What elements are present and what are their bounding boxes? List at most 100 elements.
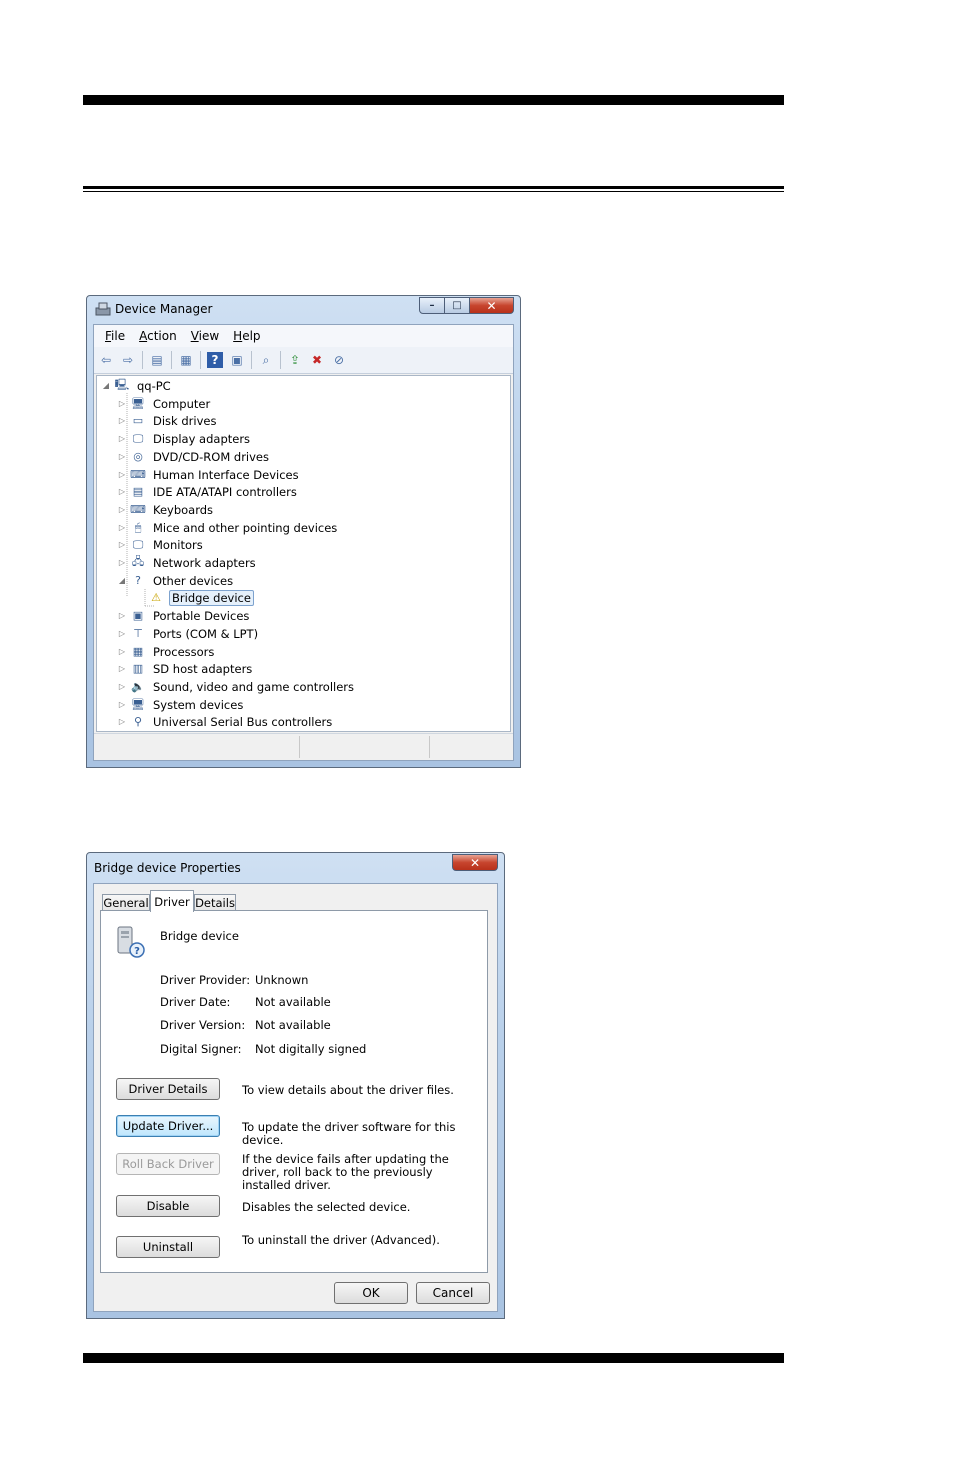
tree-item[interactable]: ▷ 🖱 Mice and other pointing devices: [117, 519, 339, 536]
tree-item-label: Mice and other pointing devices: [153, 520, 338, 535]
expand-arrow-icon[interactable]: ▷: [117, 647, 127, 656]
tree-item-label: SD host adapters: [153, 661, 253, 676]
system-device-icon: 🖥: [131, 698, 145, 711]
tree-item-label: Universal Serial Bus controllers: [153, 714, 333, 729]
tree-item-label: Computer: [153, 396, 211, 411]
dialog-close-button[interactable]: ✕: [452, 854, 498, 871]
expand-arrow-icon[interactable]: ▷: [117, 523, 127, 532]
tree-item-label: Keyboards: [153, 502, 214, 517]
tab-driver[interactable]: Driver: [150, 890, 194, 912]
expand-arrow-icon[interactable]: ▷: [117, 452, 127, 461]
toolbar-separator: [171, 351, 172, 369]
roll-back-driver-button[interactable]: Roll Back Driver: [116, 1153, 220, 1175]
tree-item-label: IDE ATA/ATAPI controllers: [153, 484, 297, 499]
device-manager-titlebar[interactable]: Device Manager – □ ✕: [87, 296, 520, 322]
tree-item-label: Other devices: [153, 573, 234, 588]
device-manager-icon: [95, 302, 111, 316]
toolbar-separator: [200, 351, 201, 369]
status-bar-segment: [429, 736, 430, 758]
tree-item[interactable]: ▷ ▦ Processors: [117, 643, 216, 660]
uninstall-button[interactable]: Uninstall: [116, 1236, 220, 1258]
tree-item[interactable]: ▷ 🖧 Network adapters: [117, 554, 258, 571]
menu-item-help[interactable]: Help: [233, 329, 260, 343]
action-pane-icon[interactable]: ▣: [229, 352, 245, 368]
tree-item[interactable]: ▷ 🖥 Computer: [117, 395, 212, 412]
expand-arrow-icon[interactable]: ▷: [117, 540, 127, 549]
close-button[interactable]: ✕: [470, 297, 514, 314]
dvd-drive-icon: ◎: [133, 450, 143, 463]
processor-icon: ▦: [132, 645, 144, 658]
expand-arrow-icon[interactable]: ▷: [117, 558, 127, 567]
expand-arrow-icon[interactable]: ▷: [117, 700, 127, 709]
disable-button[interactable]: Disable: [116, 1195, 220, 1217]
menu-item-file[interactable]: File: [105, 329, 125, 343]
tree-item[interactable]: ▷ ▭ Disk drives: [117, 412, 218, 429]
header-double-rule: [83, 186, 784, 192]
expand-arrow-icon[interactable]: ▷: [117, 682, 127, 691]
expand-arrow-icon[interactable]: ▷: [117, 416, 127, 425]
tree-item[interactable]: ▷ ⚲ Universal Serial Bus controllers: [117, 713, 334, 730]
usb-icon: ⚲: [133, 715, 143, 728]
monitor-icon: 🖵: [132, 537, 144, 551]
minimize-icon: –: [429, 300, 435, 311]
collapse-arrow-icon[interactable]: ◢: [117, 576, 127, 585]
tab-details[interactable]: Details: [194, 894, 236, 911]
tree-item[interactable]: ▷ ⊤ Ports (COM & LPT): [117, 625, 260, 642]
maximize-button[interactable]: □: [445, 297, 470, 314]
sd-adapter-icon: ▥: [132, 662, 144, 675]
scan-hardware-icon[interactable]: ⌕: [258, 352, 274, 368]
tree-item[interactable]: ▷ ▤ IDE ATA/ATAPI controllers: [117, 483, 299, 500]
minimize-button[interactable]: –: [419, 297, 445, 314]
tree-item[interactable]: ▷ ⌨ Keyboards: [117, 501, 215, 518]
tree-item-bridge-device[interactable]: ⚠ Bridge device: [135, 589, 254, 606]
expand-arrow-icon[interactable]: ▷: [117, 664, 127, 673]
tree-item-label: System devices: [153, 697, 244, 712]
driver-version-label: Driver Version:: [160, 1018, 246, 1032]
cancel-button[interactable]: Cancel: [416, 1282, 490, 1304]
properties-titlebar[interactable]: Bridge device Properties ✕: [87, 853, 504, 879]
uninstall-icon[interactable]: ✖: [309, 352, 325, 368]
help-icon[interactable]: ?: [207, 352, 223, 368]
properties-icon[interactable]: ▦: [178, 352, 194, 368]
expand-arrow-icon[interactable]: ▷: [117, 629, 127, 638]
tree-item[interactable]: ▷ ◎ DVD/CD-ROM drives: [117, 448, 271, 465]
expand-arrow-icon[interactable]: ▷: [117, 487, 127, 496]
show-hide-console-tree-icon[interactable]: ▤: [149, 352, 165, 368]
keyboard-icon: ⌨: [130, 503, 146, 516]
driver-details-button[interactable]: Driver Details: [116, 1078, 220, 1100]
back-arrow-icon[interactable]: ⇦: [98, 352, 114, 368]
tree-item-other-devices[interactable]: ◢? Other devices: [117, 572, 235, 589]
footer-rule: [83, 1353, 784, 1363]
tree-item[interactable]: ▷ 🖵 Monitors: [117, 536, 205, 553]
expand-arrow-icon[interactable]: ▷: [117, 611, 127, 620]
tree-item[interactable]: ▷ ▣ Portable Devices: [117, 607, 251, 624]
expand-arrow-icon[interactable]: ▷: [117, 717, 127, 726]
tab-general[interactable]: General: [102, 894, 150, 911]
tree-item-label: qq-PC: [137, 378, 171, 393]
expand-arrow-icon[interactable]: ▷: [117, 470, 127, 479]
tree-item[interactable]: ▷ ▥ SD host adapters: [117, 660, 254, 677]
tree-item[interactable]: ▷ 🔈 Sound, video and game controllers: [117, 678, 356, 695]
expand-arrow-icon[interactable]: ▷: [117, 434, 127, 443]
update-driver-icon[interactable]: ⇪: [287, 352, 303, 368]
expand-arrow-icon[interactable]: ▷: [117, 399, 127, 408]
tree-root[interactable]: ◢ 🖳 qq-PC: [101, 377, 173, 394]
menu-item-action[interactable]: Action: [139, 329, 177, 343]
ok-button[interactable]: OK: [334, 1282, 408, 1304]
tree-item[interactable]: ▷ 🖥 System devices: [117, 696, 245, 713]
driver-version-value: Not available: [255, 1018, 331, 1032]
forward-arrow-icon[interactable]: ⇨: [120, 352, 136, 368]
update-driver-button[interactable]: Update Driver...: [116, 1115, 220, 1137]
disable-device-icon[interactable]: ⊘: [331, 352, 347, 368]
portable-device-icon: ▣: [132, 609, 144, 622]
collapse-arrow-icon[interactable]: ◢: [101, 381, 111, 390]
tree-item[interactable]: ▷ ⌨ Human Interface Devices: [117, 466, 301, 483]
display-adapter-icon: 🖵: [132, 431, 144, 445]
expand-arrow-icon[interactable]: ▷: [117, 505, 127, 514]
hid-icon: ⌨: [130, 468, 146, 481]
speaker-icon: 🔈: [131, 680, 145, 693]
device-manager-title: Device Manager: [115, 302, 213, 316]
tree-item[interactable]: ▷ 🖵 Display adapters: [117, 430, 252, 447]
menu-item-view[interactable]: View: [191, 329, 219, 343]
driver-provider-label: Driver Provider:: [160, 973, 251, 987]
